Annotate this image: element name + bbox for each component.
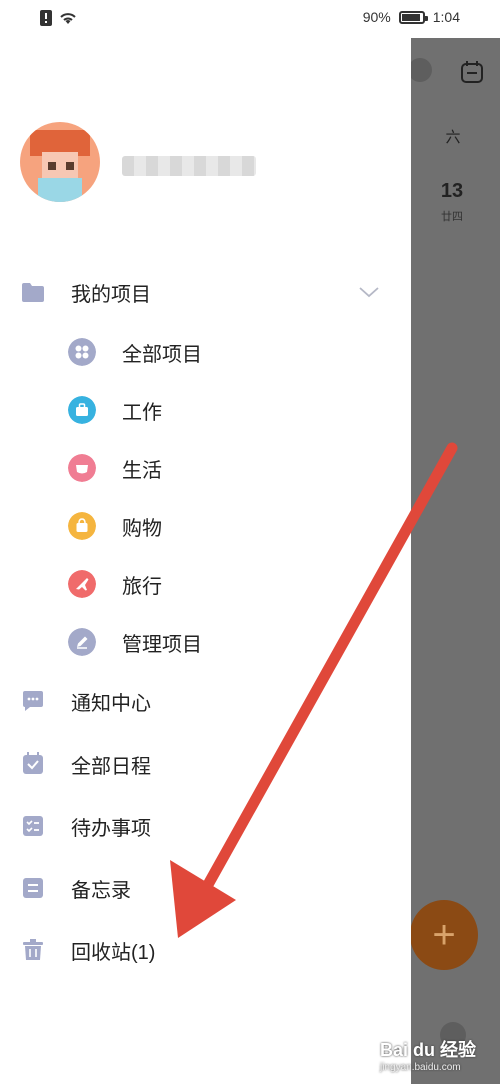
wifi-icon [60, 13, 76, 24]
battery-percent: 90% [362, 9, 391, 25]
day-number[interactable]: 13 [432, 180, 472, 203]
airplane-icon [68, 570, 96, 598]
project-item-label: 旅行 [122, 575, 162, 598]
chevron-down-icon[interactable] [358, 285, 380, 299]
calendar-check-icon [23, 752, 43, 774]
navigation-drawer: 我的项目 全部项目 工作 生活 购物 旅行 管理项目 通知中心 全部日程 待办事… [0, 38, 411, 1084]
calendar-icon[interactable] [460, 60, 484, 84]
trash-icon [23, 939, 43, 960]
grid-icon [68, 338, 96, 366]
project-item-shopping[interactable]: 购物 [0, 506, 411, 546]
weekday-label: 六 [445, 129, 461, 146]
menu-item-label: 全部日程 [71, 755, 151, 778]
add-button[interactable]: + [410, 900, 478, 970]
my-projects-label: 我的项目 [71, 283, 151, 306]
memo-icon [23, 878, 43, 898]
menu-item-label: 待办事项 [71, 817, 151, 840]
view-switch-icon[interactable] [408, 58, 432, 82]
lunar-date: 廿四 [441, 211, 463, 223]
menu-item-label: 回收站(1) [71, 941, 156, 964]
project-item-work[interactable]: 工作 [0, 390, 411, 430]
project-item-manage[interactable]: 管理项目 [0, 622, 411, 662]
battery-icon [398, 10, 428, 24]
project-item-label: 管理项目 [122, 633, 202, 656]
watermark-text: Bai du 经验 [380, 1040, 477, 1060]
folder-icon [22, 283, 44, 302]
avatar[interactable] [20, 122, 100, 202]
watermark-sub: jingyan.baidu.com [380, 1062, 461, 1073]
username-blurred[interactable] [122, 156, 256, 176]
menu-item-memo[interactable]: 备忘录 [0, 868, 411, 908]
menu-item-label: 备忘录 [71, 879, 131, 902]
briefcase-icon [68, 396, 96, 424]
watermark: Bai du 经验 jingyan.baidu.com [380, 1036, 476, 1073]
project-item-label: 全部项目 [122, 343, 202, 366]
project-item-label: 工作 [122, 401, 162, 424]
menu-item-label: 通知中心 [71, 692, 151, 715]
menu-item-trash[interactable]: 回收站(1) [0, 930, 411, 970]
project-item-life[interactable]: 生活 [0, 448, 411, 488]
clock: 1:04 [432, 9, 460, 25]
menu-item-all-schedule[interactable]: 全部日程 [0, 744, 411, 784]
menu-item-notifications[interactable]: 通知中心 [0, 681, 411, 721]
project-item-travel[interactable]: 旅行 [0, 564, 411, 604]
pencil-icon [68, 628, 96, 656]
project-item-all[interactable]: 全部项目 [0, 332, 411, 372]
project-item-label: 购物 [122, 517, 162, 540]
shopping-bag-icon [68, 512, 96, 540]
status-bar: 90% 1:04 [0, 0, 500, 38]
alert-sim-icon [40, 10, 52, 26]
plus-icon: + [432, 913, 456, 957]
my-projects-header[interactable]: 我的项目 [0, 272, 411, 312]
menu-item-todo[interactable]: 待办事项 [0, 806, 411, 846]
message-icon [23, 691, 43, 711]
project-item-label: 生活 [122, 459, 162, 482]
todo-list-icon [23, 816, 43, 836]
cup-icon [68, 454, 96, 482]
